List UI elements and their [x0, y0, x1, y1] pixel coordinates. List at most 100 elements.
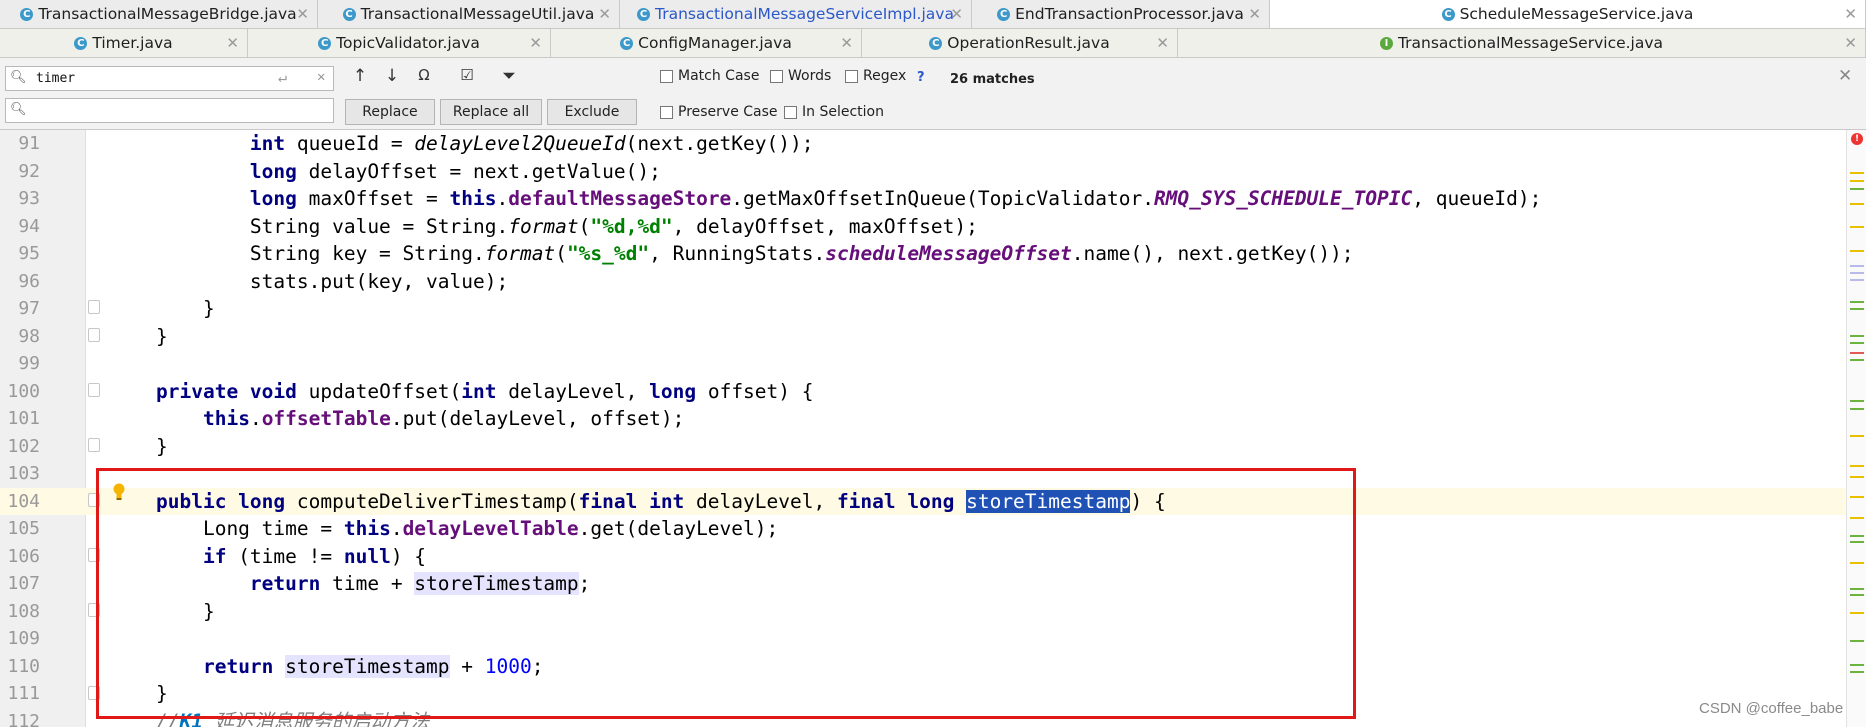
warning-marker[interactable]: [1850, 496, 1864, 498]
code-line[interactable]: 99: [0, 350, 1846, 378]
lightbulb-intention-icon[interactable]: [112, 483, 126, 501]
code-line[interactable]: 93 long maxOffset = this.defaultMessageS…: [0, 185, 1846, 213]
replace-input[interactable]: 🔍︎: [5, 98, 334, 123]
code-line[interactable]: 112//K1 延迟消息服务的启动方法: [0, 708, 1846, 727]
change-marker[interactable]: [1850, 541, 1864, 543]
code-line[interactable]: 111}: [0, 680, 1846, 708]
warning-marker[interactable]: [1850, 517, 1864, 519]
next-occurrence-icon[interactable]: ↓: [380, 66, 404, 88]
code-line[interactable]: 103: [0, 460, 1846, 488]
code-line[interactable]: 95 String key = String.format("%s_%d", R…: [0, 240, 1846, 268]
warning-marker[interactable]: [1850, 180, 1864, 182]
match-case-checkbox[interactable]: Match Case: [660, 68, 759, 84]
occurrence-marker[interactable]: [1850, 279, 1864, 281]
code-line[interactable]: 97 }: [0, 295, 1846, 323]
change-marker[interactable]: [1850, 359, 1864, 361]
code-line[interactable]: 105 Long time = this.delayLevelTable.get…: [0, 515, 1846, 543]
change-marker[interactable]: [1850, 188, 1864, 190]
checkbox-box[interactable]: [845, 69, 858, 83]
code-line[interactable]: 107 return time + storeTimestamp;: [0, 570, 1846, 598]
tab-config-manager[interactable]: C ConfigManager.java ✕: [551, 29, 862, 57]
warning-marker[interactable]: [1850, 465, 1864, 467]
warning-marker[interactable]: [1850, 476, 1864, 478]
change-marker[interactable]: [1850, 308, 1864, 310]
checkbox-box[interactable]: [660, 69, 673, 83]
fold-marker-icon[interactable]: [88, 686, 100, 700]
fold-marker-icon[interactable]: [88, 438, 100, 452]
tab-timer[interactable]: C Timer.java ✕: [0, 29, 248, 57]
close-tab-icon[interactable]: ✕: [598, 5, 611, 23]
change-marker[interactable]: [1850, 400, 1864, 402]
change-marker[interactable]: [1850, 342, 1864, 344]
preserve-case-checkbox[interactable]: Preserve Case: [660, 104, 778, 120]
warning-marker[interactable]: [1850, 435, 1864, 437]
tab-end-transaction-processor[interactable]: C EndTransactionProcessor.java ✕: [972, 0, 1270, 28]
in-selection-checkbox[interactable]: In Selection: [784, 104, 884, 120]
change-marker[interactable]: [1850, 671, 1864, 673]
tab-topic-validator[interactable]: C TopicValidator.java ✕: [248, 29, 551, 57]
checkbox-box[interactable]: [660, 105, 673, 119]
tab-transactional-message-service[interactable]: I TransactionalMessageService.java ✕: [1178, 29, 1866, 57]
replace-all-button[interactable]: Replace all: [440, 99, 542, 125]
filter-icon[interactable]: ⏷: [497, 66, 521, 88]
warning-marker[interactable]: [1850, 203, 1864, 205]
close-tab-icon[interactable]: ✕: [529, 34, 542, 52]
replace-button[interactable]: Replace: [345, 99, 435, 125]
code-line[interactable]: 106 if (time != null) {: [0, 543, 1846, 571]
fold-marker-icon[interactable]: [88, 383, 100, 397]
search-input[interactable]: 🔍︎ timer ↵ ✕: [5, 66, 334, 91]
checkbox-box[interactable]: [784, 105, 797, 119]
previous-occurrence-icon[interactable]: ↑: [348, 66, 372, 88]
code-line[interactable]: 108 }: [0, 598, 1846, 626]
error-indicator-icon[interactable]: !: [1851, 133, 1863, 145]
close-tab-icon[interactable]: ✕: [840, 34, 853, 52]
warning-marker[interactable]: [1850, 562, 1864, 564]
code-line[interactable]: 100 private void updateOffset(int delayLe…: [0, 378, 1846, 406]
close-tab-icon[interactable]: ✕: [1844, 34, 1857, 52]
tab-transactional-message-service-impl[interactable]: C TransactionalMessageServiceImpl.java ✕: [620, 0, 972, 28]
code-line[interactable]: 110 return storeTimestamp + 1000;: [0, 653, 1846, 681]
fold-marker-icon[interactable]: [88, 328, 100, 342]
checkbox-box[interactable]: [770, 69, 783, 83]
error-stripe-scrollbar[interactable]: !: [1846, 130, 1866, 727]
fold-marker-icon[interactable]: [88, 548, 100, 562]
change-marker[interactable]: [1850, 588, 1864, 590]
tab-schedule-message-service[interactable]: C ScheduleMessageService.java ✕: [1270, 0, 1866, 28]
occurrence-marker[interactable]: [1850, 265, 1864, 267]
find-all-occurrences-icon[interactable]: Ω: [412, 66, 436, 88]
warning-marker[interactable]: [1850, 172, 1864, 174]
close-tab-icon[interactable]: ✕: [1156, 34, 1169, 52]
change-marker[interactable]: [1850, 335, 1864, 337]
change-marker[interactable]: [1850, 408, 1864, 410]
code-line[interactable]: 101 this.offsetTable.put(delayLevel, off…: [0, 405, 1846, 433]
code-line[interactable]: 96 stats.put(key, value);: [0, 268, 1846, 296]
warning-marker[interactable]: [1850, 226, 1864, 228]
tab-operation-result[interactable]: C OperationResult.java ✕: [862, 29, 1178, 57]
tab-transactional-message-bridge[interactable]: C TransactionalMessageBridge.java ✕: [0, 0, 318, 28]
regex-checkbox[interactable]: Regex: [845, 68, 906, 84]
code-line[interactable]: 102}: [0, 433, 1846, 461]
change-marker[interactable]: [1850, 594, 1864, 596]
current-code-line[interactable]: 104 public long computeDeliverTimestamp(f…: [0, 487, 1846, 515]
close-tab-icon[interactable]: ✕: [226, 34, 239, 52]
warning-marker[interactable]: [1850, 612, 1864, 614]
change-marker[interactable]: [1850, 535, 1864, 537]
fold-marker-icon[interactable]: [88, 603, 100, 617]
new-line-icon[interactable]: ↵: [278, 68, 287, 86]
code-line[interactable]: 92 long delayOffset = next.getValue();: [0, 158, 1846, 186]
error-marker[interactable]: [1850, 352, 1864, 354]
code-line[interactable]: 109: [0, 625, 1846, 653]
close-find-bar-icon[interactable]: ✕: [1838, 66, 1852, 86]
change-marker[interactable]: [1850, 640, 1864, 642]
code-line[interactable]: 98}: [0, 323, 1846, 351]
exclude-button[interactable]: Exclude: [547, 99, 637, 125]
close-tab-icon[interactable]: ✕: [1248, 5, 1261, 23]
fold-marker-icon[interactable]: [88, 300, 100, 314]
fold-marker-icon[interactable]: [88, 493, 100, 507]
occurrence-marker[interactable]: [1850, 272, 1864, 274]
change-marker[interactable]: [1850, 664, 1864, 666]
code-line[interactable]: 94 String value = String.format("%d,%d",…: [0, 213, 1846, 241]
tab-transactional-message-util[interactable]: C TransactionalMessageUtil.java ✕: [318, 0, 620, 28]
change-marker[interactable]: [1850, 301, 1864, 303]
words-checkbox[interactable]: Words: [770, 68, 831, 84]
